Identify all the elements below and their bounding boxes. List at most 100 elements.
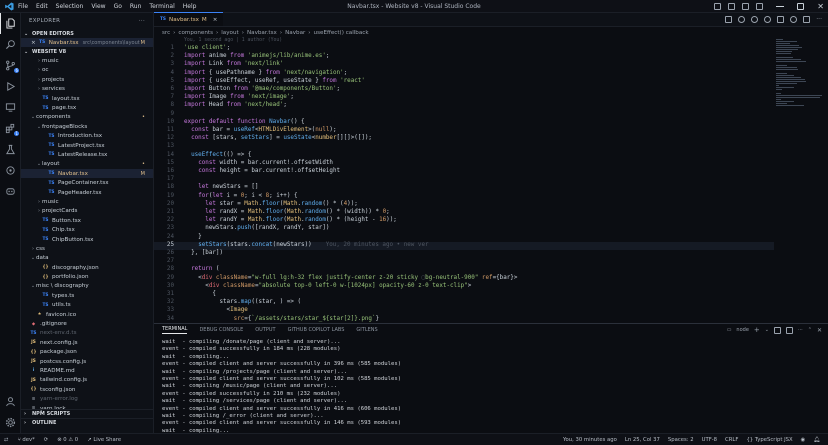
tab-output[interactable]: OUTPUT: [255, 327, 275, 333]
menu-view[interactable]: View: [91, 3, 105, 10]
tree-item[interactable]: › services: [21, 85, 153, 94]
tree-item[interactable]: {} tsconfig.json: [21, 385, 153, 394]
tree-item[interactable]: TS PageContainer.tsx: [21, 178, 153, 187]
tree-item[interactable]: ⌄ layout •: [21, 160, 153, 169]
tree-item[interactable]: TS types.ts: [21, 291, 153, 300]
customize-layout-icon[interactable]: [756, 3, 764, 10]
tab-terminal[interactable]: TERMINAL: [162, 326, 188, 334]
tree-item[interactable]: ★ favicon.ico: [21, 310, 153, 319]
close-window-button[interactable]: ✕: [817, 2, 824, 11]
new-terminal-icon[interactable]: +: [754, 326, 760, 334]
notifications-bell-icon[interactable]: 🔔︎: [813, 437, 820, 443]
go-forward-icon[interactable]: [751, 15, 759, 23]
extensions-icon[interactable]: 1: [0, 118, 21, 139]
tree-item[interactable]: TS next-env.d.ts: [21, 329, 153, 338]
tree-item[interactable]: {} portfolio.json: [21, 272, 153, 281]
menu-terminal[interactable]: Terminal: [149, 3, 174, 10]
open-editor-item[interactable]: × TS Navbar.tsx src\components\layout M: [21, 38, 153, 48]
tree-item[interactable]: › oc: [21, 66, 153, 75]
menu-selection[interactable]: Selection: [56, 3, 84, 10]
split-terminal-icon[interactable]: [773, 326, 781, 334]
open-preview-icon[interactable]: [777, 15, 785, 23]
breadcrumb-item[interactable]: Navbar.tsx: [247, 30, 277, 36]
open-changes-icon[interactable]: [725, 15, 733, 23]
explorer-more-button[interactable]: ···: [139, 18, 145, 24]
tree-item[interactable]: JS postcss.config.js: [21, 357, 153, 366]
menu-edit[interactable]: Edit: [36, 3, 48, 10]
menu-file[interactable]: File: [18, 3, 28, 10]
tab-debug-console[interactable]: DEBUG CONSOLE: [199, 327, 243, 333]
source-control-icon[interactable]: 6: [0, 55, 21, 76]
cursor-position[interactable]: Ln 25, Col 37: [625, 437, 660, 443]
timeline-icon[interactable]: [790, 15, 798, 23]
tree-item[interactable]: JS tailwind.config.js: [21, 376, 153, 385]
maximize-button[interactable]: [797, 3, 805, 10]
maximize-panel-icon[interactable]: ⌃: [808, 327, 812, 333]
terminal-shell-label[interactable]: node: [736, 327, 748, 333]
breadcrumb-item[interactable]: components: [178, 30, 213, 36]
sync-icon[interactable]: ⟳: [44, 437, 48, 443]
remote-indicator-icon[interactable]: ⇄: [4, 437, 8, 443]
remote-explorer-icon[interactable]: [0, 97, 21, 118]
tree-item[interactable]: TS utils.ts: [21, 301, 153, 310]
breadcrumb-item[interactable]: useEffect() callback: [314, 30, 369, 36]
copilot-icon[interactable]: [0, 181, 21, 202]
tab-github-copilot-labs[interactable]: GITHUB COPILOT LABS: [288, 327, 345, 333]
encoding[interactable]: UTF-8: [702, 437, 717, 443]
go-back-icon[interactable]: [738, 15, 746, 23]
git-blame-status[interactable]: You, 30 minutes ago: [563, 437, 617, 443]
tree-item[interactable]: ◆ .gitignore: [21, 319, 153, 328]
breadcrumb-item[interactable]: layout: [221, 30, 238, 36]
tree-item[interactable]: ⌄ data: [21, 254, 153, 263]
tree-item[interactable]: › projects: [21, 75, 153, 84]
menu-go[interactable]: Go: [114, 3, 122, 10]
run-debug-icon[interactable]: [0, 76, 21, 97]
tree-item[interactable]: › css: [21, 244, 153, 253]
tree-item[interactable]: TS Button.tsx: [21, 216, 153, 225]
tree-item[interactable]: › projectCards: [21, 207, 153, 216]
minimize-button[interactable]: [776, 6, 785, 7]
live-share-button[interactable]: ↗ Live Share: [87, 437, 121, 443]
toggle-panel-icon[interactable]: [728, 3, 736, 10]
explorer-icon[interactable]: [0, 13, 21, 34]
code-editor[interactable]: You, 1 second ago | 1 author (You) 1 'use …: [154, 38, 774, 323]
tree-item[interactable]: JS next.config.js: [21, 338, 153, 347]
accounts-icon[interactable]: [0, 391, 21, 412]
minimap[interactable]: [776, 38, 824, 106]
manage-gear-icon[interactable]: [0, 412, 21, 433]
toggle-sidebar-icon[interactable]: [714, 3, 722, 10]
trash-icon[interactable]: [785, 326, 793, 334]
npm-scripts-section[interactable]: › NPM SCRIPTS: [21, 409, 153, 418]
tree-item[interactable]: i README.md: [21, 366, 153, 375]
end-of-line[interactable]: CRLF: [725, 437, 738, 443]
tree-item[interactable]: › music: [21, 56, 153, 65]
tree-item[interactable]: › music: [21, 197, 153, 206]
more-actions-icon[interactable]: ···: [816, 16, 822, 23]
tree-item[interactable]: ≡ yarn-error.log: [21, 394, 153, 403]
tree-item[interactable]: TS PageHeader.tsx: [21, 188, 153, 197]
language-mode[interactable]: {} TypeScript JSX: [746, 437, 792, 443]
chevron-down-icon[interactable]: ⌄: [765, 327, 769, 333]
menu-help[interactable]: Help: [183, 3, 197, 10]
tab-gitlens[interactable]: GITLENS: [356, 327, 377, 333]
tree-item[interactable]: TS LatestProject.tsx: [21, 141, 153, 150]
git-compare-icon[interactable]: [764, 15, 772, 23]
open-editors-section[interactable]: ⌄ OPEN EDITORS: [21, 29, 153, 38]
tree-item[interactable]: TS page.tsx: [21, 103, 153, 112]
tree-item[interactable]: ⌄ misc \ discography: [21, 282, 153, 291]
toggle-secondary-sidebar-icon[interactable]: [742, 3, 750, 10]
close-editor-icon[interactable]: ×: [31, 40, 36, 46]
menu-run[interactable]: Run: [130, 3, 142, 10]
search-icon[interactable]: [0, 34, 21, 55]
tree-item[interactable]: ⌄ components •: [21, 113, 153, 122]
testing-icon[interactable]: [0, 139, 21, 160]
breadcrumb-item[interactable]: src: [162, 30, 170, 36]
tree-item[interactable]: ⌄ frontpageBlocks: [21, 122, 153, 131]
copilot-status-icon[interactable]: ◉: [801, 437, 806, 443]
gitlens-icon[interactable]: [0, 160, 21, 181]
terminal-output[interactable]: wait - compiling /donate/page (client an…: [162, 339, 401, 445]
tree-item[interactable]: TS layout.tsx: [21, 94, 153, 103]
outline-section[interactable]: › OUTLINE: [21, 418, 153, 427]
tab-close-icon[interactable]: ×: [213, 17, 218, 23]
indentation[interactable]: Spaces: 2: [668, 437, 694, 443]
